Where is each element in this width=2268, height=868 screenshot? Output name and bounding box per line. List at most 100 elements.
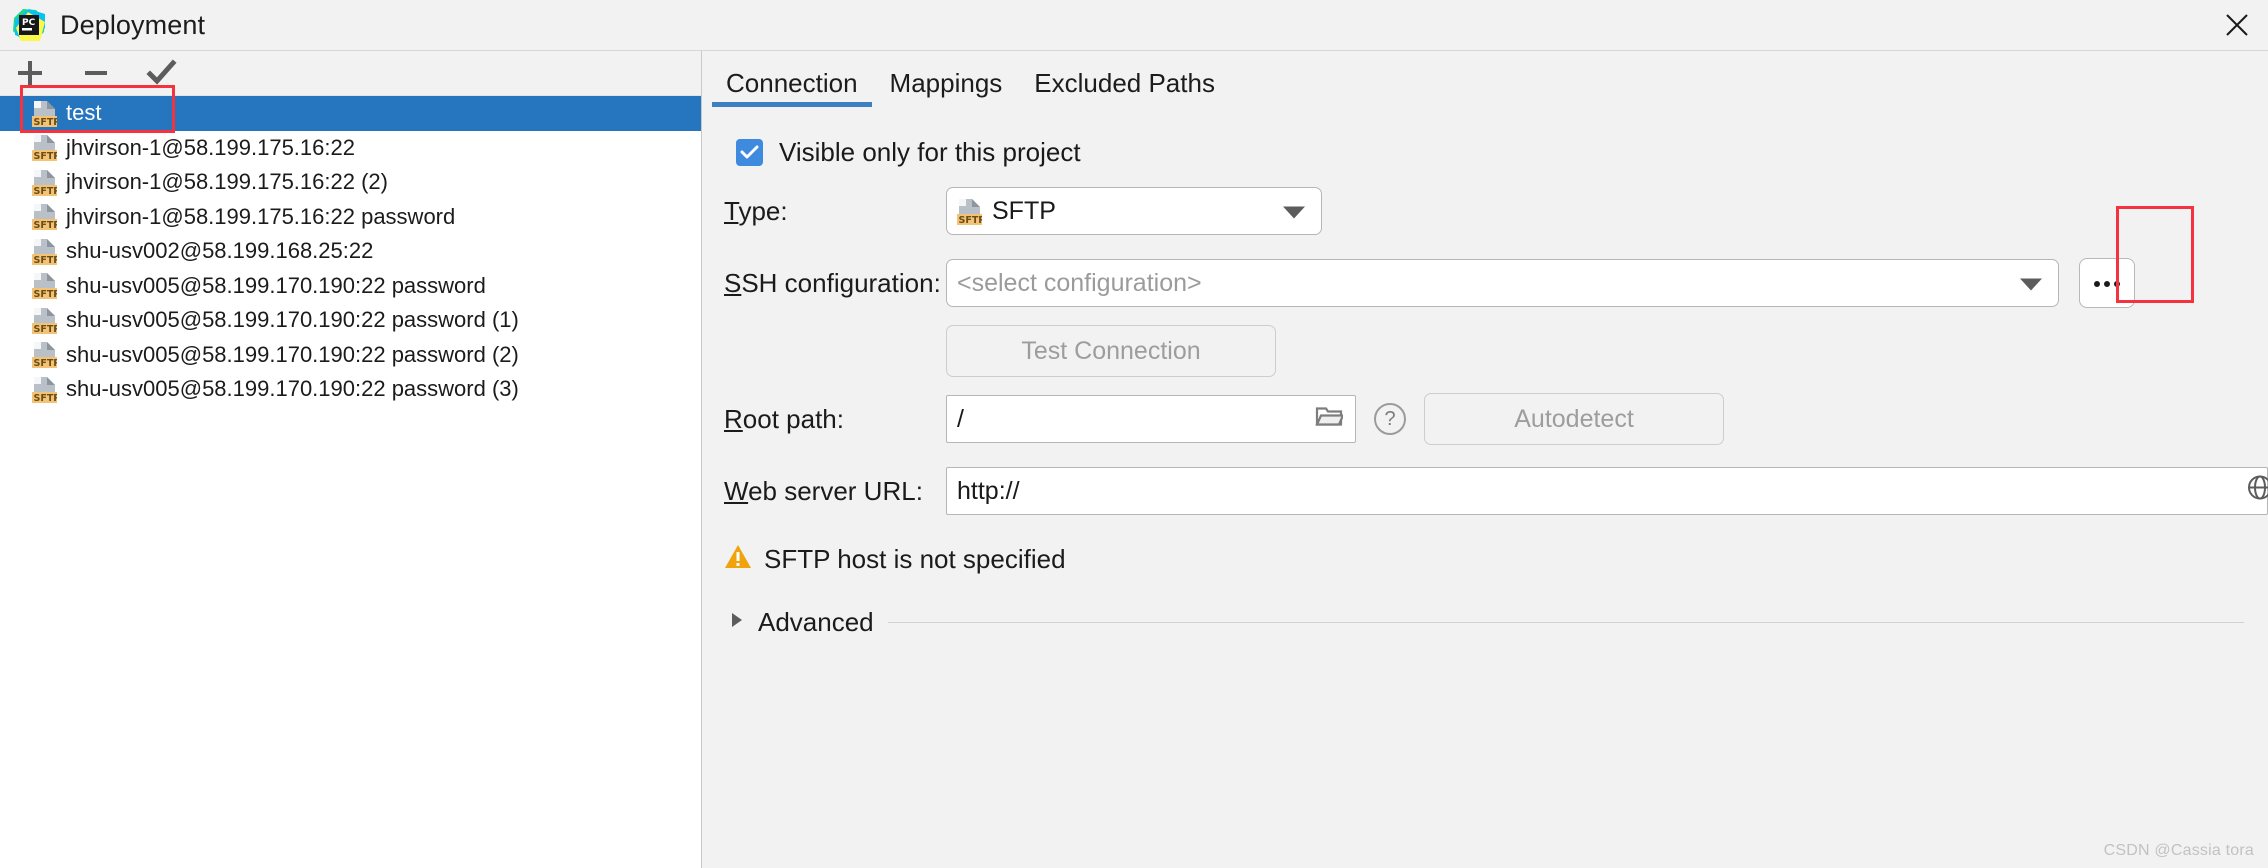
chevron-down-icon — [2020, 269, 2042, 298]
ssh-configuration-combo[interactable]: <select configuration> — [946, 259, 2059, 307]
root-path-label: Root path: — [724, 403, 844, 434]
minus-icon — [85, 71, 107, 75]
warning-row: SFTP host is not specified — [702, 527, 2268, 591]
tab-bar: Connection Mappings Excluded Paths — [702, 51, 2268, 107]
plus-icon — [18, 61, 42, 85]
list-item[interactable]: SFTP shu-usv005@58.199.170.190:22 passwo… — [0, 372, 701, 407]
tab-excluded-paths[interactable]: Excluded Paths — [1018, 70, 1231, 107]
window-title: Deployment — [60, 9, 206, 40]
connection-panel: Connection Mappings Excluded Paths Visib… — [702, 51, 2268, 868]
sftp-file-icon: SFTP — [32, 134, 60, 162]
checkmark-icon — [146, 59, 177, 85]
chevron-right-icon — [730, 611, 744, 634]
sftp-file-icon: SFTP — [957, 198, 985, 226]
sftp-file-icon: SFTP — [32, 238, 60, 266]
svg-text:SFTP: SFTP — [959, 215, 983, 225]
svg-text:SFTP: SFTP — [34, 358, 58, 368]
ssh-configuration-placeholder: <select configuration> — [957, 268, 1202, 297]
type-row: Type: SFTP SFTP — [702, 175, 2268, 247]
test-connection-label: Test Connection — [1021, 336, 1201, 365]
tab-label: Excluded Paths — [1034, 68, 1215, 98]
list-item[interactable]: SFTP shu-usv005@58.199.170.190:22 passwo… — [0, 338, 701, 373]
svg-text:SFTP: SFTP — [34, 220, 58, 230]
sftp-file-icon: SFTP — [32, 376, 60, 404]
folder-icon[interactable] — [1315, 404, 1345, 435]
list-item-label: shu-usv005@58.199.170.190:22 password — [66, 272, 486, 298]
ssh-configuration-row: SSH configuration: <select configuration… — [702, 247, 2268, 319]
globe-icon[interactable] — [2247, 475, 2268, 508]
root-path-value: / — [957, 404, 964, 433]
visible-only-label: Visible only for this project — [779, 136, 1081, 167]
list-item[interactable]: SFTP jhvirson-1@58.199.175.16:22 — [0, 131, 701, 166]
question-mark-icon: ? — [1384, 407, 1396, 430]
sftp-file-icon: SFTP — [32, 203, 60, 231]
advanced-section-header[interactable]: Advanced — [702, 591, 2268, 653]
list-item-label: shu-usv002@58.199.168.25:22 — [66, 238, 374, 264]
list-item-label: jhvirson-1@58.199.175.16:22 (2) — [66, 169, 388, 195]
remove-server-button[interactable] — [76, 55, 116, 91]
visible-only-row: Visible only for this project — [702, 129, 2268, 175]
ellipsis-icon — [2092, 274, 2122, 292]
web-server-url-row: Web server URL: http:// — [702, 455, 2268, 527]
svg-text:SFTP: SFTP — [34, 151, 58, 161]
add-server-button[interactable] — [10, 55, 50, 91]
close-icon — [2226, 14, 2248, 36]
svg-text:SFTP: SFTP — [34, 255, 58, 265]
svg-text:SFTP: SFTP — [34, 117, 58, 127]
test-connection-button[interactable]: Test Connection — [946, 325, 1276, 377]
checkmark-icon — [740, 145, 759, 158]
apply-button[interactable] — [142, 55, 182, 91]
chevron-down-icon — [1283, 197, 1305, 226]
tab-connection[interactable]: Connection — [710, 70, 874, 107]
connection-form: Visible only for this project Type: SFTP… — [702, 107, 2268, 868]
list-item-label: shu-usv005@58.199.170.190:22 password (1… — [66, 307, 519, 333]
svg-text:PC: PC — [22, 18, 36, 28]
web-server-url-label: Web server URL: — [724, 475, 923, 506]
advanced-divider — [887, 621, 2244, 623]
ssh-configuration-label: SSH configuration: — [724, 267, 941, 298]
tab-mappings[interactable]: Mappings — [874, 70, 1019, 107]
test-connection-row: Test Connection — [702, 319, 2268, 383]
list-item-label: shu-usv005@58.199.170.190:22 password (3… — [66, 376, 519, 402]
list-item[interactable]: SFTP shu-usv002@58.199.168.25:22 — [0, 234, 701, 269]
root-path-help-button[interactable]: ? — [1374, 403, 1406, 435]
list-item-label: shu-usv005@58.199.170.190:22 password (2… — [66, 341, 519, 367]
type-combo[interactable]: SFTP SFTP — [946, 187, 1322, 235]
advanced-label: Advanced — [758, 606, 874, 637]
tab-label: Mappings — [889, 68, 1003, 98]
list-item-label: jhvirson-1@58.199.175.16:22 password — [66, 203, 456, 229]
root-path-row: Root path: / ? Autodetect — [702, 383, 2268, 455]
list-item[interactable]: SFTP shu-usv005@58.199.170.190:22 passwo… — [0, 303, 701, 338]
server-list-toolbar — [0, 51, 701, 96]
list-item[interactable]: SFTP jhvirson-1@58.199.175.16:22 passwor… — [0, 200, 701, 235]
sftp-file-icon: SFTP — [32, 341, 60, 369]
sftp-file-icon: SFTP — [32, 307, 60, 335]
list-item-label: test — [66, 100, 102, 126]
list-item[interactable]: SFTP shu-usv005@58.199.170.190:22 passwo… — [0, 269, 701, 304]
watermark: CSDN @Cassia tora — [2103, 842, 2254, 859]
type-value: SFTP — [992, 196, 1056, 225]
tab-label: Connection — [726, 68, 858, 98]
visible-only-checkbox[interactable] — [736, 138, 763, 166]
list-item[interactable]: SFTP jhvirson-1@58.199.175.16:22 (2) — [0, 165, 701, 200]
svg-text:SFTP: SFTP — [34, 324, 58, 334]
ssh-configuration-browse-button[interactable] — [2079, 258, 2135, 308]
list-item[interactable]: SFTP test — [0, 96, 701, 131]
close-button[interactable] — [2206, 0, 2268, 50]
sftp-file-icon: SFTP — [32, 100, 60, 128]
type-label: Type: — [724, 195, 788, 226]
deployment-dialog: PC Deployment SFTP test SFTP jhvirson-1@… — [0, 0, 2268, 868]
svg-text:SFTP: SFTP — [34, 186, 58, 196]
server-list[interactable]: SFTP test SFTP jhvirson-1@58.199.175.16:… — [0, 85, 701, 868]
svg-text:SFTP: SFTP — [34, 289, 58, 299]
web-server-url-input[interactable]: http:// — [946, 467, 2268, 515]
autodetect-label: Autodetect — [1514, 404, 1634, 433]
root-path-input[interactable]: / — [946, 395, 1356, 443]
title-bar: PC Deployment — [0, 0, 2268, 51]
dialog-body: SFTP test SFTP jhvirson-1@58.199.175.16:… — [0, 51, 2268, 868]
warning-triangle-icon — [724, 544, 752, 575]
list-item-label: jhvirson-1@58.199.175.16:22 — [66, 134, 355, 160]
sftp-file-icon: SFTP — [32, 169, 60, 197]
warning-text: SFTP host is not specified — [764, 543, 1066, 574]
autodetect-button[interactable]: Autodetect — [1424, 393, 1724, 445]
